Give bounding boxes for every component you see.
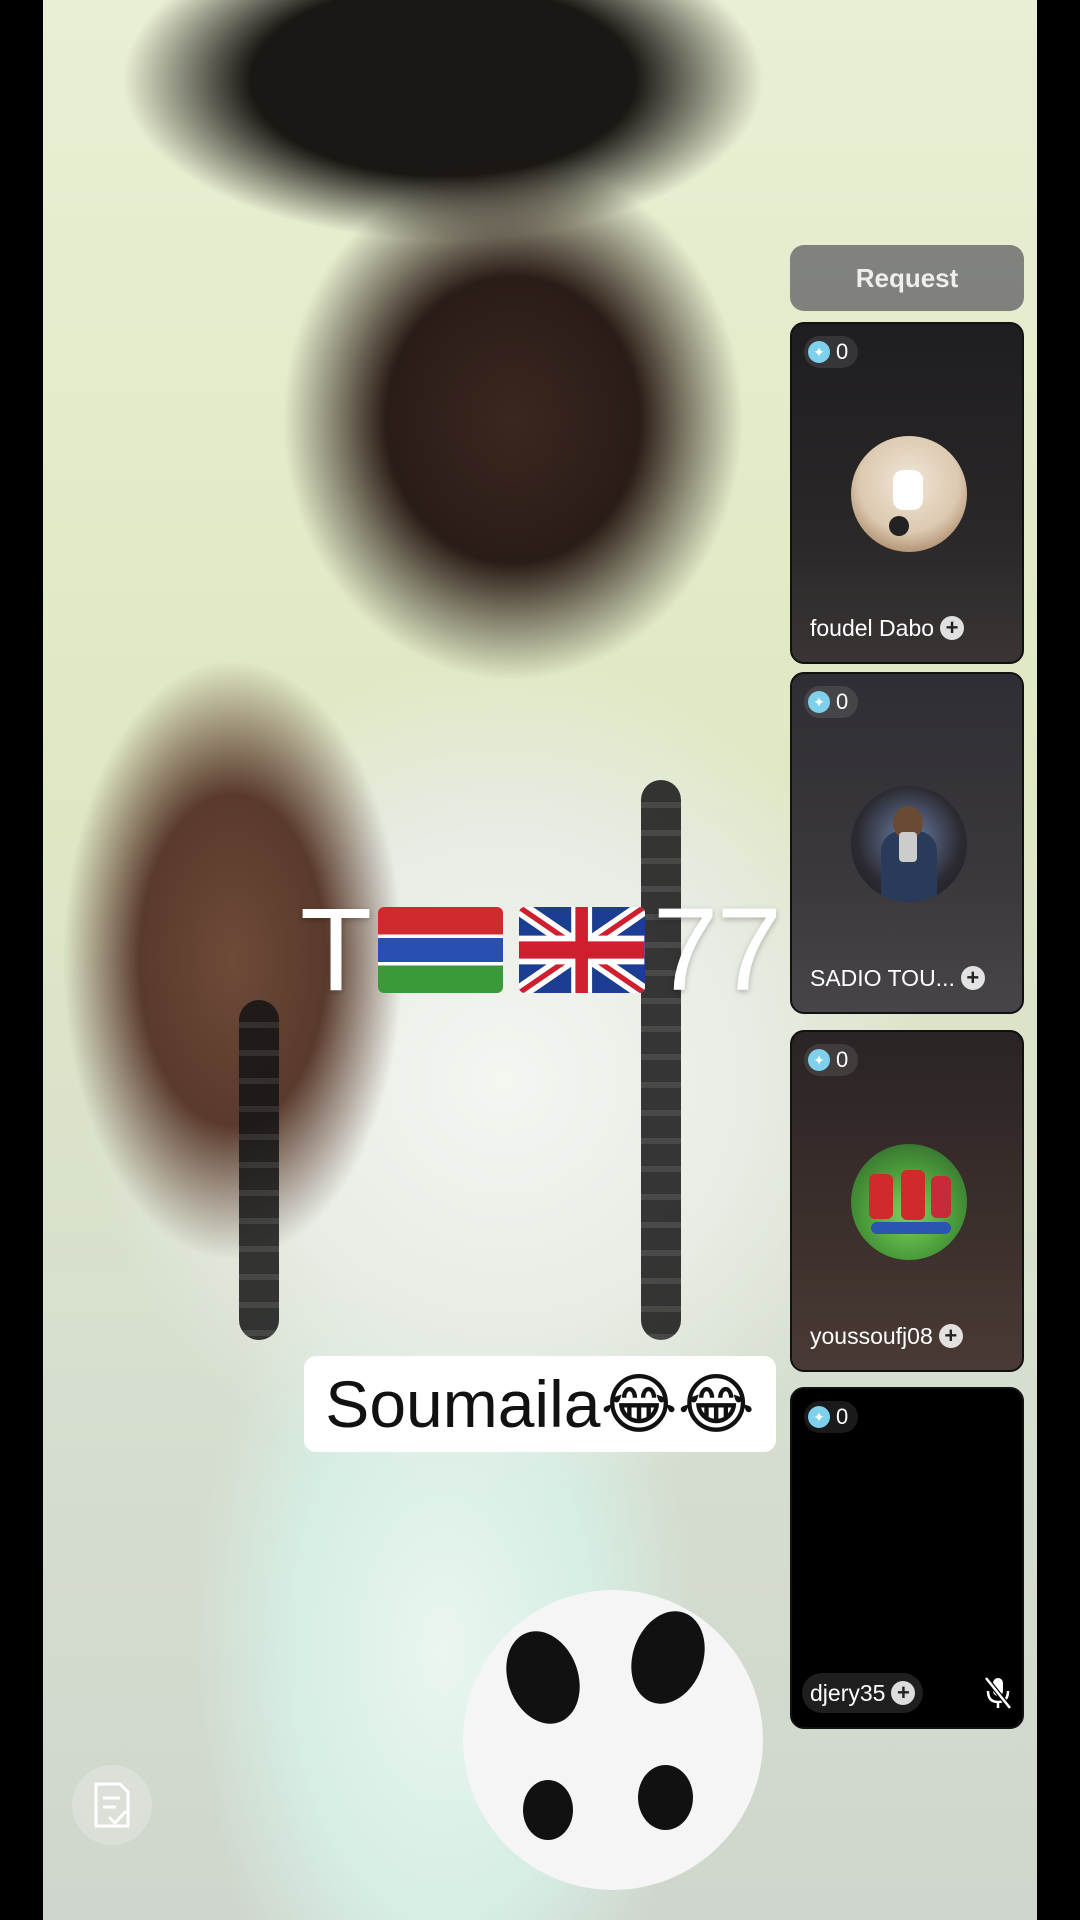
guest-name-row[interactable]: youssoufj08 +: [802, 1316, 971, 1356]
follow-plus-icon[interactable]: +: [891, 1681, 916, 1705]
guest-tile[interactable]: ✦ 0 djery35 +: [790, 1387, 1024, 1729]
guest-score-value: 0: [836, 1404, 849, 1429]
gambia-flag-icon: [378, 907, 504, 993]
caption-text: Soumaila😂😂: [325, 1366, 755, 1441]
follow-plus-icon[interactable]: +: [938, 1324, 963, 1348]
comment-caption: Soumaila😂😂: [304, 1356, 776, 1452]
follow-plus-icon[interactable]: +: [960, 966, 985, 990]
guest-score: ✦ 0: [804, 336, 859, 368]
guest-score: ✦ 0: [804, 1401, 859, 1433]
panda-mug: [463, 1590, 763, 1890]
guest-tile[interactable]: ✦ 0 SADIO TOU... +: [790, 672, 1024, 1014]
guest-name: djery35: [810, 1679, 886, 1706]
title-suffix: 77: [652, 884, 782, 1016]
necklace-right: [641, 780, 681, 1340]
guest-score-value: 0: [836, 339, 849, 364]
avatar[interactable]: [851, 436, 967, 552]
follow-plus-icon[interactable]: +: [940, 616, 965, 640]
avatar[interactable]: [851, 1144, 967, 1260]
guest-name-row[interactable]: djery35 +: [802, 1673, 924, 1713]
guest-tile[interactable]: ✦ 0 youssoufj08 +: [790, 1030, 1024, 1372]
stream-title: T 77: [300, 884, 782, 1016]
avatar[interactable]: [851, 786, 967, 902]
uk-flag-icon: [519, 907, 645, 993]
gem-icon: ✦: [808, 341, 830, 363]
title-prefix: T: [300, 884, 372, 1016]
guest-score: ✦ 0: [804, 686, 859, 718]
document-check-icon: [94, 1782, 130, 1828]
guest-name-row[interactable]: SADIO TOU... +: [802, 958, 993, 998]
necklace-left: [239, 1000, 279, 1340]
request-button[interactable]: Request: [790, 245, 1024, 311]
guest-name: youssoufj08: [810, 1322, 933, 1349]
guest-score-value: 0: [836, 689, 849, 714]
gem-icon: ✦: [808, 1049, 830, 1071]
gem-icon: ✦: [808, 691, 830, 713]
gem-icon: ✦: [808, 1406, 830, 1428]
guest-name-row[interactable]: foudel Dabo +: [802, 608, 972, 648]
report-button[interactable]: [72, 1765, 152, 1845]
guest-score: ✦ 0: [804, 1044, 859, 1076]
guest-score-value: 0: [836, 1047, 849, 1072]
mic-off-icon: [984, 1676, 1012, 1710]
guest-name: SADIO TOU...: [810, 964, 955, 991]
guest-name: foudel Dabo: [810, 614, 935, 641]
guest-tile[interactable]: ✦ 0 foudel Dabo +: [790, 322, 1024, 664]
